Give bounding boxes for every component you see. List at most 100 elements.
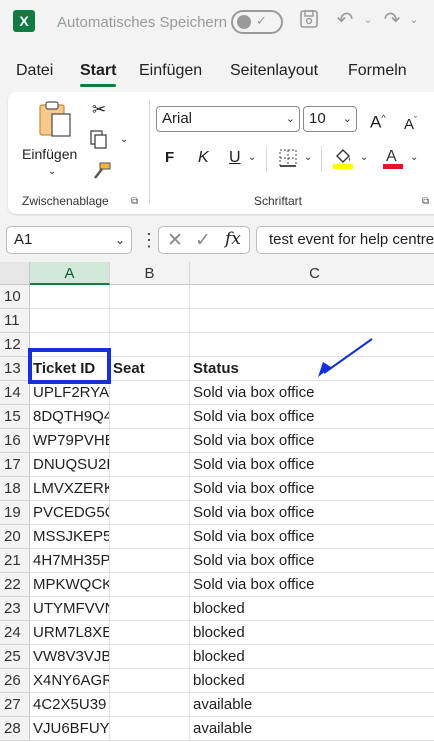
cell-a[interactable]: 8DQTH9Q4WC [30, 405, 110, 429]
cell-a[interactable]: LMVXZERKDD [30, 477, 110, 501]
paste-icon[interactable] [38, 100, 74, 145]
cell-b[interactable] [110, 333, 190, 357]
undo-icon[interactable]: ↶ [333, 8, 357, 32]
cell-c[interactable]: Sold via box office [190, 525, 434, 549]
row-header[interactable]: 16 [0, 429, 30, 453]
cell-c[interactable]: blocked [190, 645, 434, 669]
cell-c[interactable]: available [190, 717, 434, 741]
cell-a[interactable] [30, 285, 110, 309]
cell-a[interactable]: PVCEDG5QWD [30, 501, 110, 525]
tab-start[interactable]: Start [80, 62, 116, 80]
cell-c[interactable]: blocked [190, 621, 434, 645]
cell-c[interactable]: Sold via box office [190, 549, 434, 573]
cell-b[interactable] [110, 645, 190, 669]
cell-c[interactable] [190, 333, 434, 357]
cell-a[interactable] [30, 309, 110, 333]
save-icon[interactable] [297, 8, 321, 32]
autosave-toggle[interactable]: ✓ [231, 10, 283, 34]
cell-b[interactable] [110, 573, 190, 597]
font-size-select[interactable]: 10 ⌄ [303, 106, 357, 132]
bold-button[interactable]: F [165, 148, 174, 168]
row-header[interactable]: 17 [0, 453, 30, 477]
copy-icon[interactable] [90, 130, 108, 155]
cell-c[interactable]: Sold via box office [190, 381, 434, 405]
paste-dropdown-icon[interactable]: ⌄ [48, 166, 56, 177]
row-header[interactable]: 10 [0, 285, 30, 309]
cell-a[interactable]: VW8V3VJBZE [30, 645, 110, 669]
select-all-corner[interactable] [0, 262, 30, 285]
cell-c[interactable] [190, 309, 434, 333]
row-header[interactable]: 12 [0, 333, 30, 357]
redo-dropdown-icon[interactable]: ⌄ [402, 8, 426, 32]
borders-dropdown-icon[interactable]: ⌄ [304, 152, 312, 163]
font-launcher-icon[interactable]: ⧉ [422, 196, 429, 207]
row-header[interactable]: 20 [0, 525, 30, 549]
cell-c[interactable]: available [190, 693, 434, 717]
fill-color-icon[interactable] [332, 146, 354, 175]
cell-b[interactable] [110, 309, 190, 333]
row-header[interactable]: 11 [0, 309, 30, 333]
font-color-dropdown-icon[interactable]: ⌄ [410, 152, 418, 163]
column-header-a[interactable]: A [30, 262, 110, 285]
formula-input[interactable]: test event for help centre [256, 226, 434, 254]
cell-b[interactable] [110, 693, 190, 717]
column-header-c[interactable]: C [190, 262, 434, 285]
row-header[interactable]: 21 [0, 549, 30, 573]
row-header[interactable]: 28 [0, 717, 30, 741]
cell-a[interactable]: VJU6BFUY [30, 717, 110, 741]
cell-b[interactable] [110, 285, 190, 309]
cell-a[interactable]: 4H7MH35PX5 [30, 549, 110, 573]
cell-a[interactable]: MPKWQCKDJK [30, 573, 110, 597]
underline-button[interactable]: U [229, 148, 241, 168]
insert-function-icon[interactable]: fx [225, 229, 241, 249]
cell-c[interactable]: Sold via box office [190, 405, 434, 429]
column-header-b[interactable]: B [110, 262, 190, 285]
fill-color-dropdown-icon[interactable]: ⌄ [360, 152, 368, 163]
more-options-icon[interactable]: ⋮ [140, 230, 158, 251]
cell-b[interactable] [110, 381, 190, 405]
copy-dropdown-icon[interactable]: ⌄ [120, 134, 128, 145]
tab-einfuegen[interactable]: Einfügen [139, 62, 202, 80]
row-header[interactable]: 25 [0, 645, 30, 669]
cancel-icon[interactable]: ✕ [167, 229, 183, 252]
enter-icon[interactable]: ✓ [195, 229, 211, 252]
cell-a[interactable]: UTYMFVVNA8 [30, 597, 110, 621]
tab-formeln[interactable]: Formeln [348, 62, 407, 80]
cell-b[interactable] [110, 525, 190, 549]
name-box[interactable]: A1 ⌄ [6, 226, 132, 254]
format-painter-icon[interactable] [90, 162, 112, 187]
cell-c[interactable]: blocked [190, 597, 434, 621]
cell-b[interactable] [110, 501, 190, 525]
row-header[interactable]: 26 [0, 669, 30, 693]
cell-b[interactable] [110, 429, 190, 453]
underline-dropdown-icon[interactable]: ⌄ [248, 152, 256, 163]
cell-b[interactable] [110, 621, 190, 645]
decrease-font-size-icon[interactable]: Aˇ [404, 110, 417, 135]
undo-dropdown-icon[interactable]: ⌄ [356, 8, 380, 32]
cell-a[interactable]: 4C2X5U39 [30, 693, 110, 717]
row-header[interactable]: 23 [0, 597, 30, 621]
cell-c[interactable]: Sold via box office [190, 429, 434, 453]
cell-a[interactable]: MSSJKEP5ZW [30, 525, 110, 549]
cell-a[interactable]: X4NY6AGR57 [30, 669, 110, 693]
cell-c[interactable] [190, 285, 434, 309]
cell-b[interactable] [110, 405, 190, 429]
cell-c[interactable]: Sold via box office [190, 477, 434, 501]
italic-button[interactable]: K [198, 148, 209, 168]
tab-datei[interactable]: Datei [16, 62, 53, 80]
row-header[interactable]: 19 [0, 501, 30, 525]
cell-a[interactable]: WP79PVHBG9 [30, 429, 110, 453]
cell-b[interactable] [110, 477, 190, 501]
font-name-select[interactable]: Arial ⌄ [156, 106, 300, 132]
cell-c[interactable]: blocked [190, 669, 434, 693]
cell-c[interactable]: Sold via box office [190, 453, 434, 477]
cell-c[interactable]: Sold via box office [190, 573, 434, 597]
row-header[interactable]: 18 [0, 477, 30, 501]
cell-b[interactable]: Seat [110, 357, 190, 381]
row-header[interactable]: 15 [0, 405, 30, 429]
row-header[interactable]: 24 [0, 621, 30, 645]
row-header[interactable]: 14 [0, 381, 30, 405]
row-header[interactable]: 27 [0, 693, 30, 717]
clipboard-launcher-icon[interactable]: ⧉ [131, 196, 138, 207]
cell-a[interactable]: UPLF2RYAG3 [30, 381, 110, 405]
